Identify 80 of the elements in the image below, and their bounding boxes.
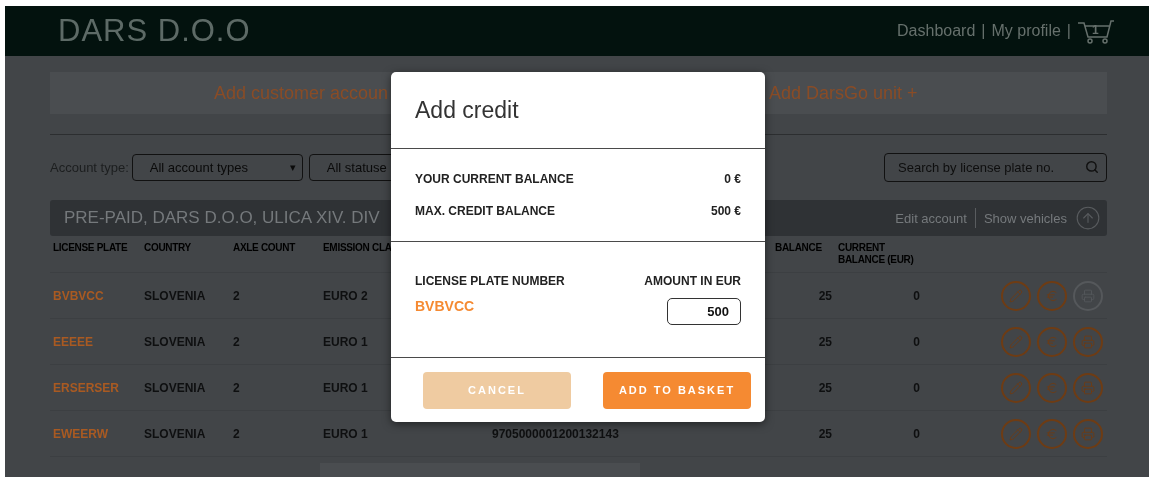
edit-button[interactable] [1001,326,1031,357]
plate-label: LICENSE PLATE NUMBER [415,274,565,288]
table-cell-text: 25 [817,334,833,349]
euro-icon [1045,288,1059,303]
nav-separator: | [981,22,986,40]
table-cell-text: 2 [233,288,241,303]
euro-button[interactable] [1037,418,1067,449]
table-cell-text: EURO 1 [323,426,369,441]
plate-cell[interactable]: BVBVCC [53,288,144,303]
table-cell-text: SLOVENIA [144,426,207,441]
printer-icon [1081,380,1095,395]
pencil-icon [1009,380,1023,395]
edit-button[interactable] [1001,418,1031,449]
dialog-title: Add credit [391,72,765,149]
print-button[interactable] [1073,326,1103,357]
account-link[interactable]: Edit account [895,210,967,226]
print-button[interactable] [1073,418,1103,449]
table-cell-text: 0 [912,288,921,303]
euro-button[interactable] [1037,326,1067,357]
edit-button[interactable] [1001,372,1031,403]
column-header: CURRENT BALANCE (EUR) [838,242,915,266]
plate-cell[interactable]: EEEEE [53,334,144,349]
nav-link[interactable]: Dashboard [897,22,976,40]
filter-select[interactable]: All account types ▾ [131,154,303,181]
nav-separator: | [1066,22,1071,40]
table-cell-text: 25 [817,288,833,303]
add-to-basket-button[interactable]: ADD TO BASKET [603,371,751,409]
site-title: DARS D.O.O [58,13,251,49]
plate-number: BVBVCC [415,298,475,314]
balance-label: MAX. CREDIT BALANCE [415,204,555,218]
table-cell-text: EURO 1 [323,334,369,349]
caret-icon: ▾ [289,161,296,174]
column-header: EMISSION CLA [323,242,393,254]
euro-button[interactable] [1037,280,1067,311]
column-header: BALANCE [774,242,823,254]
plate-cell[interactable]: ERSERSER [53,380,144,395]
cart-count: 1 [1092,23,1099,37]
table-cell-text: 25 [817,380,833,395]
account-title: PRE-PAID, DARS D.O.O, ULICA XIV. DIV [64,208,380,228]
nav-link[interactable]: My profile [991,22,1061,40]
column-header: LICENSE PLATE [53,242,129,254]
collapse-icon[interactable] [1075,205,1101,231]
table-cell-text: SLOVENIA [144,334,207,349]
euro-icon [1045,334,1059,349]
euro-button[interactable] [1037,372,1067,403]
table-cell-text: 2 [233,380,241,395]
table-cell-text: SLOVENIA [144,288,207,303]
euro-icon [1045,380,1059,395]
table-cell-text: EURO 2 [323,288,369,303]
cancel-button[interactable]: CANCEL [423,371,571,409]
search-field[interactable]: Search by license plate no. [884,153,1107,182]
euro-icon [1045,426,1059,441]
pencil-icon [1009,334,1023,349]
table-cell-text: SLOVENIA [144,380,207,395]
action-link[interactable]: Add customer accoun [50,72,388,114]
action-link[interactable]: Add DarsGo unit + [769,72,918,114]
printer-icon [1081,426,1095,441]
plate-cell[interactable]: EWEERW [53,426,144,441]
balance-label: YOUR CURRENT BALANCE [415,172,574,186]
amount-input[interactable]: 500 [667,298,741,325]
table-cell-text: 2 [233,334,241,349]
column-header: COUNTRY [144,242,192,254]
table-cell-text: 0 [912,380,921,395]
table-cell-text: 9705000001200132143 [492,426,620,441]
table-cell-text: 0 [912,334,921,349]
account-link[interactable]: Show vehicles [983,210,1067,226]
print-button[interactable] [1073,372,1103,403]
table-cell-text: 2 [233,426,241,441]
cart-icon[interactable] [1077,18,1115,44]
edit-button[interactable] [1001,280,1031,311]
printer-icon [1081,334,1095,349]
pencil-icon [1009,288,1023,303]
pencil-icon [1009,426,1023,441]
table-cell-text: 0 [912,426,921,441]
amount-label: AMOUNT IN EUR [644,274,741,288]
column-header: AXLE COUNT [233,242,297,254]
balance-value: 500 € [710,204,741,218]
table-cell-text: 25 [817,426,833,441]
balance-value: 0 € [724,172,741,186]
search-icon[interactable] [1085,160,1099,174]
